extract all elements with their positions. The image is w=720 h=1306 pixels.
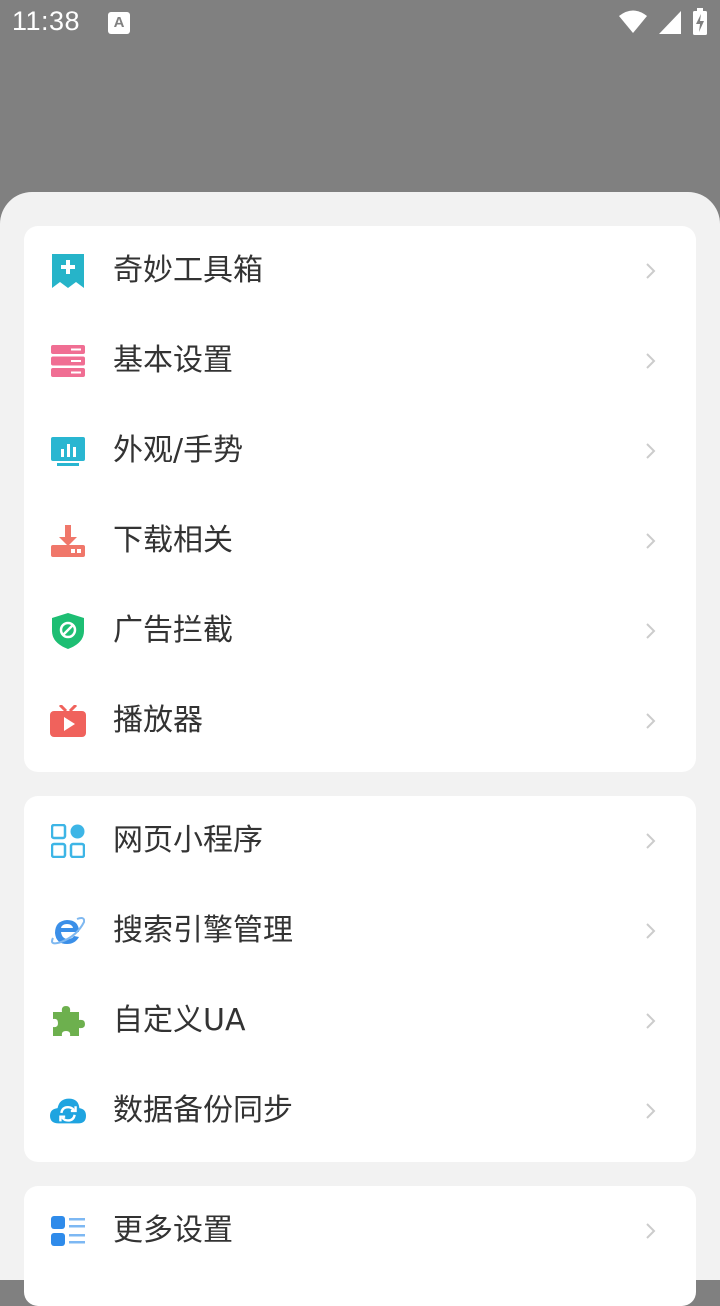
chevron-right-icon bbox=[646, 713, 656, 729]
chevron-right-icon bbox=[646, 263, 656, 279]
browser-e-icon bbox=[50, 913, 86, 949]
battery-charging-icon bbox=[693, 8, 707, 35]
cloud-sync-icon bbox=[50, 1093, 86, 1129]
chevron-right-icon bbox=[646, 443, 656, 459]
menu-item-label: 更多设置 bbox=[113, 1213, 233, 1248]
settings-group-web: 网页小程序 搜索引擎管理 自定义UA 数据备份同步 bbox=[24, 796, 696, 1162]
more-list-icon bbox=[50, 1213, 86, 1249]
menu-item-label: 数据备份同步 bbox=[113, 1093, 293, 1128]
status-bar: 11:38 A bbox=[0, 0, 720, 48]
chevron-right-icon bbox=[646, 533, 656, 549]
menu-item-more-settings[interactable]: 更多设置 bbox=[24, 1186, 696, 1276]
chevron-right-icon bbox=[646, 623, 656, 639]
wifi-icon bbox=[619, 10, 647, 33]
chevron-right-icon bbox=[646, 1223, 656, 1239]
toolbox-icon bbox=[50, 253, 86, 289]
menu-item-appearance-gestures[interactable]: 外观/手势 bbox=[24, 406, 696, 496]
notification-icon: A bbox=[108, 12, 130, 34]
menu-item-label: 广告拦截 bbox=[113, 613, 233, 648]
menu-item-label: 奇妙工具箱 bbox=[113, 253, 263, 288]
chevron-right-icon bbox=[646, 833, 656, 849]
menu-item-toolbox[interactable]: 奇妙工具箱 bbox=[24, 226, 696, 316]
menu-item-downloads[interactable]: 下载相关 bbox=[24, 496, 696, 586]
menu-item-label: 外观/手势 bbox=[113, 433, 244, 468]
menu-item-label: 播放器 bbox=[113, 703, 203, 738]
chevron-right-icon bbox=[646, 1103, 656, 1119]
status-icons bbox=[618, 8, 708, 36]
menu-item-basic-settings[interactable]: 基本设置 bbox=[24, 316, 696, 406]
chevron-right-icon bbox=[646, 1013, 656, 1029]
status-time: 11:38 bbox=[12, 6, 81, 36]
menu-item-label: 基本设置 bbox=[113, 343, 233, 378]
menu-item-data-backup-sync[interactable]: 数据备份同步 bbox=[24, 1066, 696, 1156]
chevron-right-icon bbox=[646, 353, 656, 369]
shield-block-icon bbox=[50, 613, 86, 649]
menu-item-label: 网页小程序 bbox=[113, 823, 263, 858]
menu-item-mini-apps[interactable]: 网页小程序 bbox=[24, 796, 696, 886]
download-icon bbox=[50, 523, 86, 559]
puzzle-icon bbox=[50, 1003, 86, 1039]
menu-item-label: 自定义UA bbox=[113, 1003, 246, 1038]
signal-icon bbox=[659, 11, 681, 34]
menu-item-custom-ua[interactable]: 自定义UA bbox=[24, 976, 696, 1066]
settings-group-more: 更多设置 bbox=[24, 1186, 696, 1306]
menu-item-search-engines[interactable]: 搜索引擎管理 bbox=[24, 886, 696, 976]
mini-apps-icon bbox=[50, 823, 86, 859]
settings-list-icon bbox=[50, 343, 86, 379]
chevron-right-icon bbox=[646, 923, 656, 939]
monitor-icon bbox=[50, 433, 86, 469]
menu-item-label: 下载相关 bbox=[113, 523, 233, 558]
menu-item-ad-block[interactable]: 广告拦截 bbox=[24, 586, 696, 676]
menu-item-label: 搜索引擎管理 bbox=[113, 913, 293, 948]
settings-sheet: 奇妙工具箱 基本设置 外观/手势 下载相关 广告拦截 播放器 网页小程序 搜索引… bbox=[0, 192, 720, 1306]
tv-play-icon bbox=[50, 703, 86, 739]
settings-group-main: 奇妙工具箱 基本设置 外观/手势 下载相关 广告拦截 播放器 bbox=[24, 226, 696, 772]
menu-item-player[interactable]: 播放器 bbox=[24, 676, 696, 766]
